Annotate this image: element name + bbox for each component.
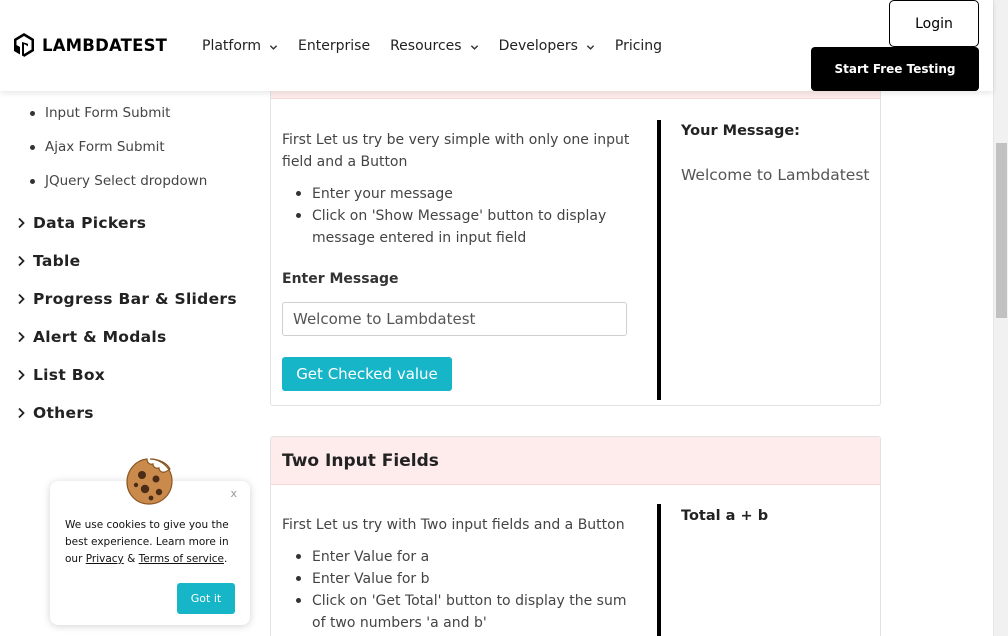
sidebar-category-alert-modals[interactable]: Alert & Modals — [16, 318, 237, 356]
sidebar-category-list: Data Pickers Table Progress Bar & Slider… — [16, 204, 237, 432]
panel-title: Two Input Fields — [282, 451, 439, 471]
cookie-message: We use cookies to give you the best expe… — [65, 517, 237, 568]
total-label: Total a + b — [681, 508, 769, 524]
category-label: Table — [33, 252, 81, 270]
category-label: Others — [33, 404, 94, 422]
nav-platform[interactable]: Platform — [202, 38, 278, 54]
category-label: Alert & Modals — [33, 328, 167, 346]
chevron-right-icon — [18, 407, 25, 419]
category-label: List Box — [33, 366, 106, 384]
category-label: Progress Bar & Sliders — [33, 290, 237, 308]
instruction-item: Click on 'Get Total' button to display t… — [282, 590, 632, 634]
start-free-testing-button[interactable]: Start Free Testing — [811, 47, 979, 91]
chevron-down-icon — [269, 44, 278, 50]
lambdatest-logo[interactable]: LAMBDATEST — [12, 32, 167, 58]
panel-header: Two Input Fields — [271, 437, 880, 485]
scrollbar-thumb[interactable] — [996, 143, 1007, 318]
nav-platform-label: Platform — [202, 38, 262, 54]
lambdatest-logo-icon — [14, 33, 34, 57]
enter-message-label: Enter Message — [282, 271, 399, 287]
nav-enterprise[interactable]: Enterprise — [298, 38, 370, 54]
two-input-instructions: Enter Value for a Enter Value for b Clic… — [282, 546, 632, 634]
cookie-amp: & — [127, 553, 136, 565]
category-label: Data Pickers — [33, 214, 147, 232]
cookie-icon — [126, 458, 173, 505]
chevron-down-icon — [586, 44, 595, 50]
nav-resources-label: Resources — [390, 38, 462, 54]
sidebar-category-data-pickers[interactable]: Data Pickers — [16, 204, 237, 242]
nav-enterprise-label: Enterprise — [298, 38, 371, 54]
get-checked-value-button[interactable]: Get Checked value — [282, 357, 452, 391]
sidebar-item-input-form-submit[interactable]: Input Form Submit — [27, 102, 207, 136]
nav-developers[interactable]: Developers — [499, 38, 595, 54]
message-input[interactable] — [282, 302, 627, 336]
result-divider — [657, 504, 661, 636]
chevron-down-icon — [470, 44, 478, 50]
login-button[interactable]: Login — [889, 0, 979, 47]
your-message-label: Your Message: — [681, 123, 800, 139]
chevron-right-icon — [18, 217, 25, 229]
instruction-item: Click on 'Show Message' button to displa… — [282, 205, 632, 249]
instruction-item: Enter your message — [282, 183, 632, 205]
chevron-right-icon — [18, 331, 25, 343]
nav-developers-label: Developers — [498, 38, 578, 54]
instruction-item: Enter Value for b — [282, 568, 632, 590]
nav-pricing-label: Pricing — [614, 38, 663, 54]
instruction-item: Enter Value for a — [282, 546, 632, 568]
site-header: LAMBDATEST Platform Enterprise Resources… — [0, 0, 993, 91]
chevron-right-icon — [18, 293, 25, 305]
logo-text: LAMBDATEST — [42, 35, 168, 55]
cookie-close-icon[interactable]: x — [230, 487, 237, 500]
sidebar-category-table[interactable]: Table — [16, 242, 237, 280]
single-input-panel: First Let us try be very simple with onl… — [270, 60, 881, 406]
chevron-right-icon — [18, 255, 25, 267]
sidebar-category-list-box[interactable]: List Box — [16, 356, 237, 394]
page-scrollbar[interactable] — [993, 0, 1008, 636]
sidebar-item-ajax-form-submit[interactable]: Ajax Form Submit — [27, 136, 207, 170]
two-input-description: First Let us try with Two input fields a… — [282, 517, 625, 533]
main-nav: Platform Enterprise Resources Developers… — [202, 38, 682, 54]
sidebar-category-others[interactable]: Others — [16, 394, 237, 432]
result-divider — [657, 120, 661, 400]
two-input-panel: Two Input Fields First Let us try with T… — [270, 436, 881, 636]
cookie-got-it-button[interactable]: Got it — [177, 583, 235, 614]
sidebar-category-progress-bar-sliders[interactable]: Progress Bar & Sliders — [16, 280, 237, 318]
nav-pricing[interactable]: Pricing — [615, 38, 662, 54]
privacy-link[interactable]: Privacy — [86, 553, 124, 565]
sidebar-item-jquery-select-dropdown[interactable]: JQuery Select dropdown — [27, 170, 207, 204]
cookie-period: . — [224, 553, 228, 565]
single-input-description: First Let us try be very simple with onl… — [282, 132, 630, 170]
single-input-instructions: Enter your message Click on 'Show Messag… — [282, 183, 632, 249]
sidebar-sub-list: Input Form Submit Ajax Form Submit JQuer… — [27, 102, 207, 204]
your-message-value: Welcome to Lambdatest — [681, 166, 870, 184]
nav-resources[interactable]: Resources — [390, 38, 479, 54]
terms-of-service-link[interactable]: Terms of service — [139, 553, 224, 565]
chevron-right-icon — [18, 369, 25, 381]
